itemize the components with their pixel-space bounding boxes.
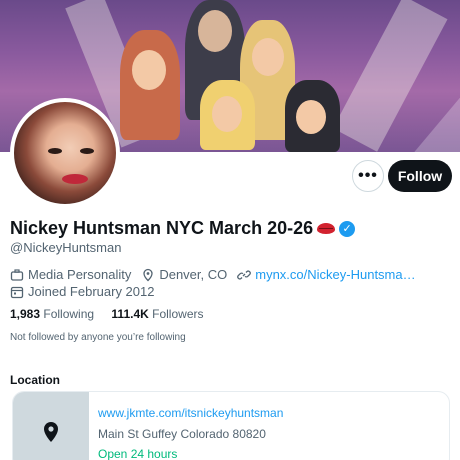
avatar-lips bbox=[62, 174, 88, 184]
joined-row: Joined February 2012 bbox=[10, 284, 164, 299]
link-icon bbox=[237, 268, 252, 282]
following-link[interactable]: 1,983 Following bbox=[10, 307, 94, 321]
follow-button[interactable]: Follow bbox=[388, 160, 452, 192]
map-thumbnail[interactable] bbox=[13, 392, 89, 460]
banner-face bbox=[212, 96, 242, 132]
followers-label: Followers bbox=[152, 307, 204, 321]
location-section-title: Location bbox=[10, 373, 60, 387]
followers-count: 111.4K bbox=[111, 307, 149, 321]
category-item: Media Personality bbox=[10, 267, 131, 282]
following-count: 1,983 bbox=[10, 307, 41, 321]
follow-counts: 1,983 Following 111.4K Followers bbox=[10, 307, 218, 321]
banner-face bbox=[198, 10, 232, 52]
website-item[interactable]: mynx.co/Nickey-Huntsma… bbox=[237, 267, 416, 282]
followed-by-text: Not followed by anyone you’re following bbox=[10, 332, 186, 343]
joined-item: Joined February 2012 bbox=[10, 284, 154, 299]
verified-badge-icon[interactable]: ✓ bbox=[339, 220, 356, 237]
display-name-text: Nickey Huntsman NYC March 20-26 bbox=[10, 218, 314, 238]
display-name: Nickey Huntsman NYC March 20-26 ✓ bbox=[10, 218, 356, 239]
location-hours: Open 24 hours bbox=[98, 447, 178, 460]
location-url-link[interactable]: www.jkmte.com/itsnickeyhuntsman bbox=[98, 406, 283, 420]
banner-spotlight bbox=[407, 68, 460, 152]
lips-icon bbox=[317, 223, 336, 234]
banner-face bbox=[132, 50, 166, 90]
banner-face bbox=[252, 38, 284, 76]
avatar[interactable] bbox=[10, 98, 120, 208]
location-pin-icon bbox=[141, 268, 155, 282]
calendar-icon bbox=[10, 285, 24, 299]
website-link[interactable]: mynx.co/Nickey-Huntsma… bbox=[255, 267, 415, 282]
following-label: Following bbox=[43, 307, 95, 321]
profile-meta: Media Personality Denver, CO mynx.co/Nic… bbox=[10, 267, 426, 282]
location-address: Main St Guffey Colorado 80820 bbox=[98, 427, 266, 441]
joined-label: Joined February 2012 bbox=[28, 284, 155, 299]
location-label: Denver, CO bbox=[159, 267, 228, 282]
category-label: Media Personality bbox=[28, 267, 132, 282]
avatar-eye bbox=[48, 148, 62, 154]
avatar-eye bbox=[80, 148, 94, 154]
location-item: Denver, CO bbox=[141, 267, 227, 282]
map-pin-icon bbox=[44, 422, 58, 442]
banner-face bbox=[296, 100, 326, 134]
followers-link[interactable]: 111.4K Followers bbox=[111, 307, 203, 321]
user-handle: @NickeyHuntsman bbox=[10, 240, 122, 255]
briefcase-icon bbox=[10, 268, 24, 282]
location-card[interactable]: www.jkmte.com/itsnickeyhuntsman Main St … bbox=[12, 391, 450, 460]
more-options-button[interactable]: ••• bbox=[352, 160, 384, 192]
banner-spotlight bbox=[332, 0, 448, 152]
